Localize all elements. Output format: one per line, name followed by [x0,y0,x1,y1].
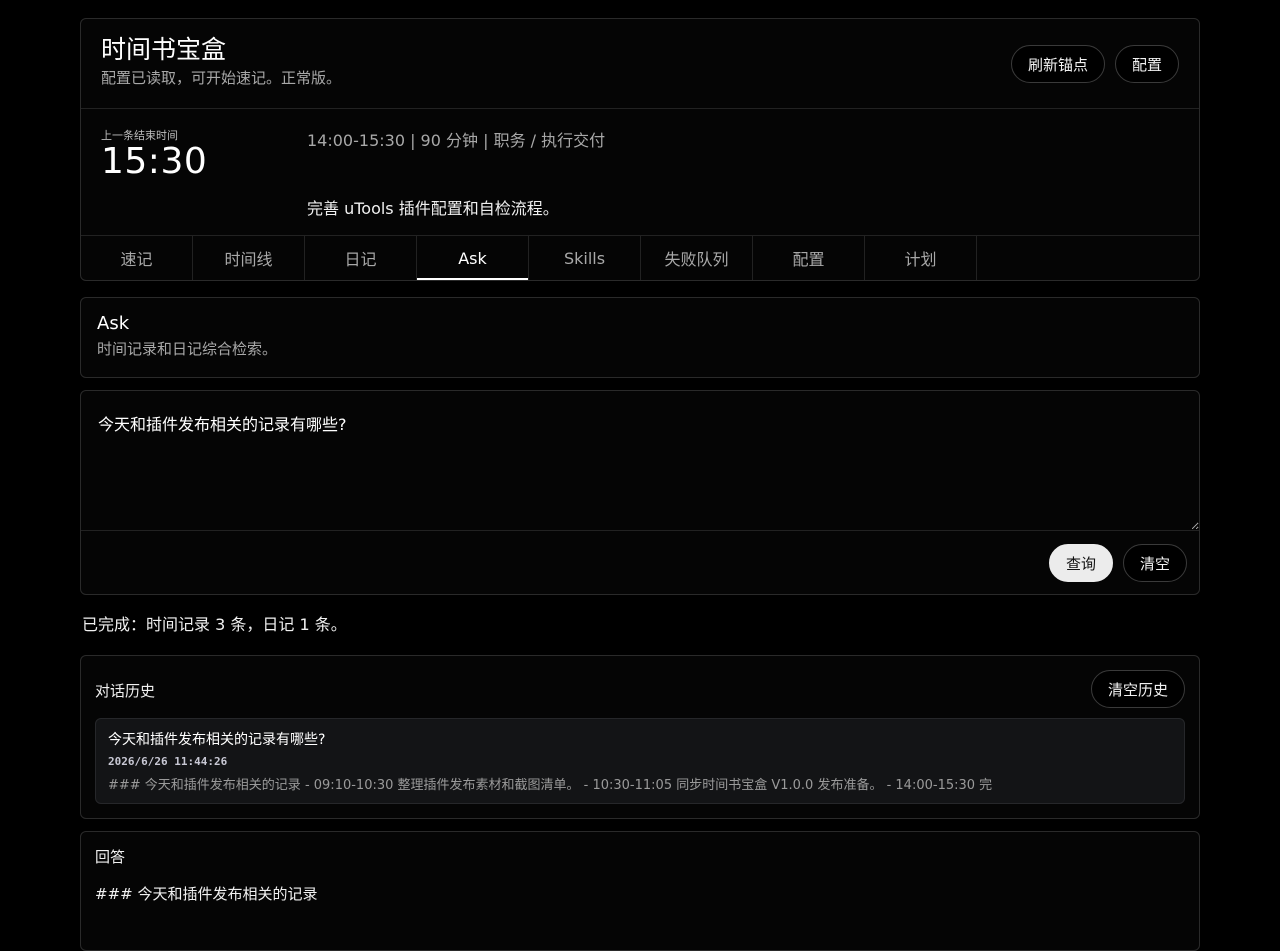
history-timestamp: 2026/6/26 11:44:26 [108,755,228,768]
answer-card: 回答 ### 今天和插件发布相关的记录 [80,831,1200,951]
history-card: 对话历史 清空历史 今天和插件发布相关的记录有哪些? 2026/6/26 11:… [80,655,1200,819]
tab-plan[interactable]: 计划 [865,236,977,280]
tab-skills[interactable]: Skills [529,236,641,280]
last-entry-description: 完善 uTools 插件配置和自检流程。 [307,199,559,218]
last-end-time: 15:30 [101,141,208,182]
history-question: 今天和插件发布相关的记录有哪些? [108,732,326,748]
query-card: 查询 清空 [80,390,1200,595]
answer-body: ### 今天和插件发布相关的记录 [95,885,318,903]
history-entry[interactable]: 今天和插件发布相关的记录有哪些? 2026/6/26 11:44:26 ### … [95,718,1185,804]
tab-bar: 速记 时间线 日记 Ask Skills 失败队列 配置 计划 [81,236,1199,280]
last-entry-meta: 14:00-15:30 | 90 分钟 | 职务 / 执行交付 [307,131,606,150]
header-card: 时间书宝盒 配置已读取，可开始速记。正常版。 刷新锚点 配置 上一条结束时间 1… [80,18,1200,281]
config-button[interactable]: 配置 [1114,45,1179,83]
tab-failed-queue[interactable]: 失败队列 [641,236,753,280]
clear-button[interactable]: 清空 [1122,544,1187,582]
history-preview: ### 今天和插件发布相关的记录 - 09:10-10:30 整理插件发布素材和… [108,778,993,793]
section-title: Ask [97,313,130,334]
last-entry-status: 上一条结束时间 15:30 14:00-15:30 | 90 分钟 | 职务 /… [81,109,1199,236]
tab-quick-note[interactable]: 速记 [81,236,193,280]
query-button[interactable]: 查询 [1048,544,1113,582]
result-status: 已完成：时间记录 3 条，日记 1 条。 [82,615,347,634]
query-actions: 查询 清空 [1048,544,1187,582]
tab-diary[interactable]: 日记 [305,236,417,280]
tab-ask[interactable]: Ask [417,236,529,280]
refresh-anchor-button[interactable]: 刷新锚点 [1010,45,1105,83]
tab-config[interactable]: 配置 [753,236,865,280]
answer-title: 回答 [95,848,126,866]
clear-history-button[interactable]: 清空历史 [1090,670,1185,708]
query-input[interactable] [81,391,1199,531]
history-title: 对话历史 [95,682,156,700]
app-root: 时间书宝盒 配置已读取，可开始速记。正常版。 刷新锚点 配置 上一条结束时间 1… [80,18,1200,951]
ask-section-header: Ask 时间记录和日记综合检索。 [80,297,1200,378]
header-top: 时间书宝盒 配置已读取，可开始速记。正常版。 刷新锚点 配置 [81,19,1199,109]
section-subtitle: 时间记录和日记综合检索。 [97,340,278,358]
tab-timeline[interactable]: 时间线 [193,236,305,280]
header-actions: 刷新锚点 配置 [1010,45,1179,83]
